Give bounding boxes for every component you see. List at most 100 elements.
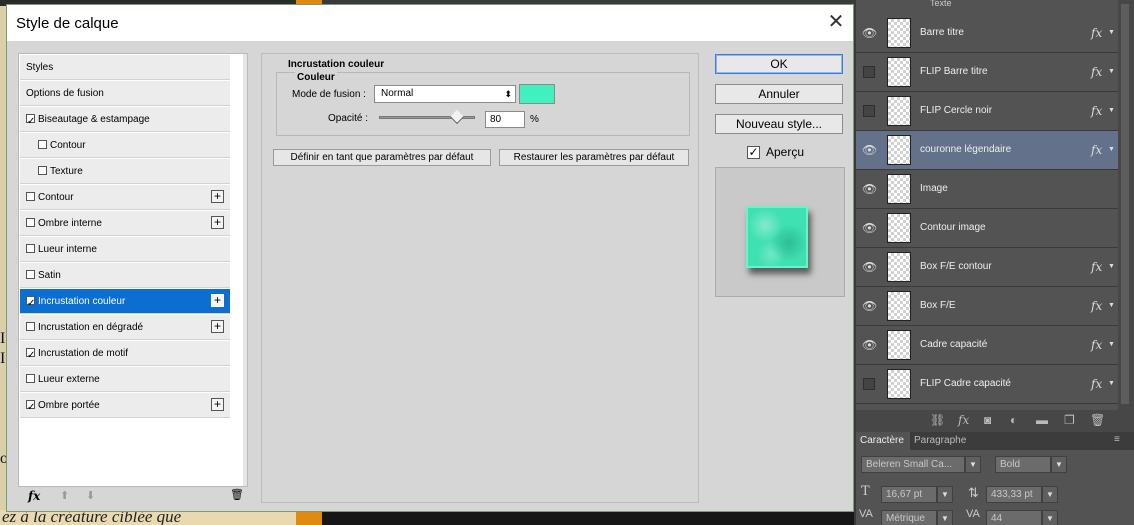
add-effect-icon[interactable]: + xyxy=(211,320,224,333)
layer-row[interactable]: 👁 Barre titre fx ▼ xyxy=(856,14,1118,53)
eye-icon[interactable]: 👁 xyxy=(862,182,877,196)
style-item[interactable]: Texture xyxy=(20,159,230,184)
fx-icon[interactable]: fx xyxy=(1091,338,1102,352)
style-checkbox[interactable] xyxy=(26,270,35,279)
chevron-down-icon[interactable]: ▼ xyxy=(965,456,981,473)
style-item[interactable]: Contour xyxy=(20,133,230,158)
eye-icon[interactable]: 👁 xyxy=(862,221,877,235)
ok-button[interactable]: OK xyxy=(715,54,843,74)
move-down-icon[interactable]: ⬇ xyxy=(86,489,95,502)
eye-icon[interactable]: 👁 xyxy=(862,338,877,352)
layer-row[interactable]: 👁 Image xyxy=(856,170,1118,209)
fx-icon[interactable]: fx xyxy=(1091,65,1102,79)
style-checkbox[interactable] xyxy=(26,244,35,253)
chevron-down-icon[interactable]: ▼ xyxy=(1042,510,1058,525)
new-style-button[interactable]: Nouveau style... xyxy=(715,114,843,134)
chevron-down-icon[interactable]: ▼ xyxy=(1108,380,1115,387)
chevron-down-icon[interactable]: ▼ xyxy=(1108,107,1115,114)
fx-icon[interactable]: fx xyxy=(1091,299,1102,313)
style-checkbox[interactable] xyxy=(38,166,47,175)
cancel-button[interactable]: Annuler xyxy=(715,84,843,104)
layer-row[interactable]: FLIP Cadre capacité fx ▼ xyxy=(856,365,1118,404)
close-icon[interactable]: ✕ xyxy=(825,11,847,33)
eye-icon[interactable]: 👁 xyxy=(862,143,877,157)
add-effect-icon[interactable]: + xyxy=(211,216,224,229)
fx-icon[interactable]: fx xyxy=(28,489,40,503)
chevron-down-icon[interactable]: ▼ xyxy=(1108,68,1115,75)
styles-list-scrollbar[interactable] xyxy=(243,54,247,486)
layer-row[interactable]: 👁 Box F/E fx ▼ xyxy=(856,287,1118,326)
style-checkbox[interactable] xyxy=(26,322,35,331)
restore-default-button[interactable]: Restaurer les paramètres par défaut xyxy=(499,149,689,166)
style-checkbox[interactable] xyxy=(26,395,35,420)
trash-icon[interactable]: 🗑 xyxy=(230,488,244,501)
chevron-down-icon[interactable]: ▼ xyxy=(1108,29,1115,36)
style-item[interactable]: Ombre portée + xyxy=(20,393,230,420)
style-item[interactable]: Incrustation de motif xyxy=(20,341,230,368)
style-item[interactable]: Incrustation en dégradé + xyxy=(20,315,230,340)
font-size-field[interactable]: 16,67 pt xyxy=(881,486,937,503)
chevron-down-icon[interactable]: ▼ xyxy=(1108,341,1115,348)
adjustment-icon[interactable]: ◐ xyxy=(1010,413,1017,427)
blend-mode-select[interactable]: Normal ⬍ xyxy=(374,85,516,103)
link-icon[interactable]: ⛓ xyxy=(930,413,945,427)
eye-icon[interactable]: 👁 xyxy=(862,26,877,40)
style-item[interactable]: Incrustation couleur + xyxy=(20,289,230,316)
fx-icon[interactable]: fx xyxy=(958,413,969,427)
style-item[interactable]: Contour + xyxy=(20,185,230,210)
tab-paragraph[interactable]: Paragraphe xyxy=(914,432,966,450)
new-layer-icon[interactable]: ❐ xyxy=(1064,413,1075,427)
layers-scrollbar[interactable] xyxy=(1118,0,1134,410)
style-item[interactable]: Options de fusion xyxy=(20,81,230,106)
layer-row[interactable]: 👁 Contour image xyxy=(856,209,1118,248)
fx-icon[interactable]: fx xyxy=(1091,26,1102,40)
eye-icon[interactable]: 👁 xyxy=(862,299,877,313)
panel-menu-icon[interactable]: ≡ xyxy=(1114,434,1120,445)
add-effect-icon[interactable]: + xyxy=(211,190,224,203)
font-family-field[interactable]: Beleren Small Ca... xyxy=(861,456,965,473)
dialog-titlebar[interactable]: Style de calque ✕ xyxy=(7,5,853,41)
style-checkbox[interactable] xyxy=(26,343,35,368)
fx-icon[interactable]: fx xyxy=(1091,104,1102,118)
style-item[interactable]: Lueur interne xyxy=(20,237,230,262)
trash-icon[interactable]: 🗑 xyxy=(1090,413,1105,427)
chevron-down-icon[interactable]: ▼ xyxy=(1108,302,1115,309)
add-effect-icon[interactable]: + xyxy=(211,294,224,307)
layer-row[interactable]: 👁 Cadre capacité fx ▼ xyxy=(856,326,1118,365)
kerning-field[interactable]: Métrique xyxy=(881,510,937,525)
move-up-icon[interactable]: ⬆ xyxy=(60,489,69,502)
set-default-button[interactable]: Définir en tant que paramètres par défau… xyxy=(273,149,491,166)
chevron-down-icon[interactable]: ▼ xyxy=(937,510,953,525)
visibility-toggle[interactable] xyxy=(863,378,875,390)
folder-icon[interactable]: ▬ xyxy=(1036,413,1048,427)
style-item[interactable]: Biseautage & estampage xyxy=(20,107,230,134)
layer-row[interactable]: 👁 couronne légendaire fx ▼ xyxy=(856,131,1118,170)
visibility-toggle[interactable] xyxy=(863,105,875,117)
style-checkbox[interactable] xyxy=(38,140,47,149)
eye-icon[interactable]: 👁 xyxy=(862,260,877,274)
style-item[interactable]: Styles xyxy=(20,55,230,80)
mask-icon[interactable]: ◙ xyxy=(984,413,991,427)
layer-row[interactable]: FLIP Cercle noir fx ▼ xyxy=(856,92,1118,131)
add-effect-icon[interactable]: + xyxy=(211,398,224,411)
layer-row[interactable]: 👁 Box F/E contour fx ▼ xyxy=(856,248,1118,287)
tab-character[interactable]: Caractère xyxy=(856,432,910,450)
opacity-input[interactable]: 80 xyxy=(485,111,525,128)
style-checkbox[interactable] xyxy=(26,218,35,227)
chevron-down-icon[interactable]: ▼ xyxy=(1051,456,1067,473)
chevron-down-icon[interactable]: ▼ xyxy=(937,486,953,503)
fx-icon[interactable]: fx xyxy=(1091,260,1102,274)
style-item[interactable]: Ombre interne + xyxy=(20,211,230,236)
style-checkbox[interactable] xyxy=(26,291,35,316)
layer-row[interactable]: FLIP Barre titre fx ▼ xyxy=(856,53,1118,92)
color-swatch[interactable] xyxy=(519,84,555,104)
layer-group-header[interactable]: Texte xyxy=(856,0,1118,10)
visibility-toggle[interactable] xyxy=(863,66,875,78)
style-checkbox[interactable] xyxy=(26,374,35,383)
style-checkbox[interactable] xyxy=(26,192,35,201)
layers-scroll-thumb[interactable] xyxy=(1121,4,1129,404)
style-checkbox[interactable] xyxy=(26,109,35,134)
preview-checkbox[interactable]: ✓ xyxy=(747,146,760,159)
style-item[interactable]: Lueur externe xyxy=(20,367,230,392)
tracking-field[interactable]: 44 xyxy=(986,510,1042,525)
